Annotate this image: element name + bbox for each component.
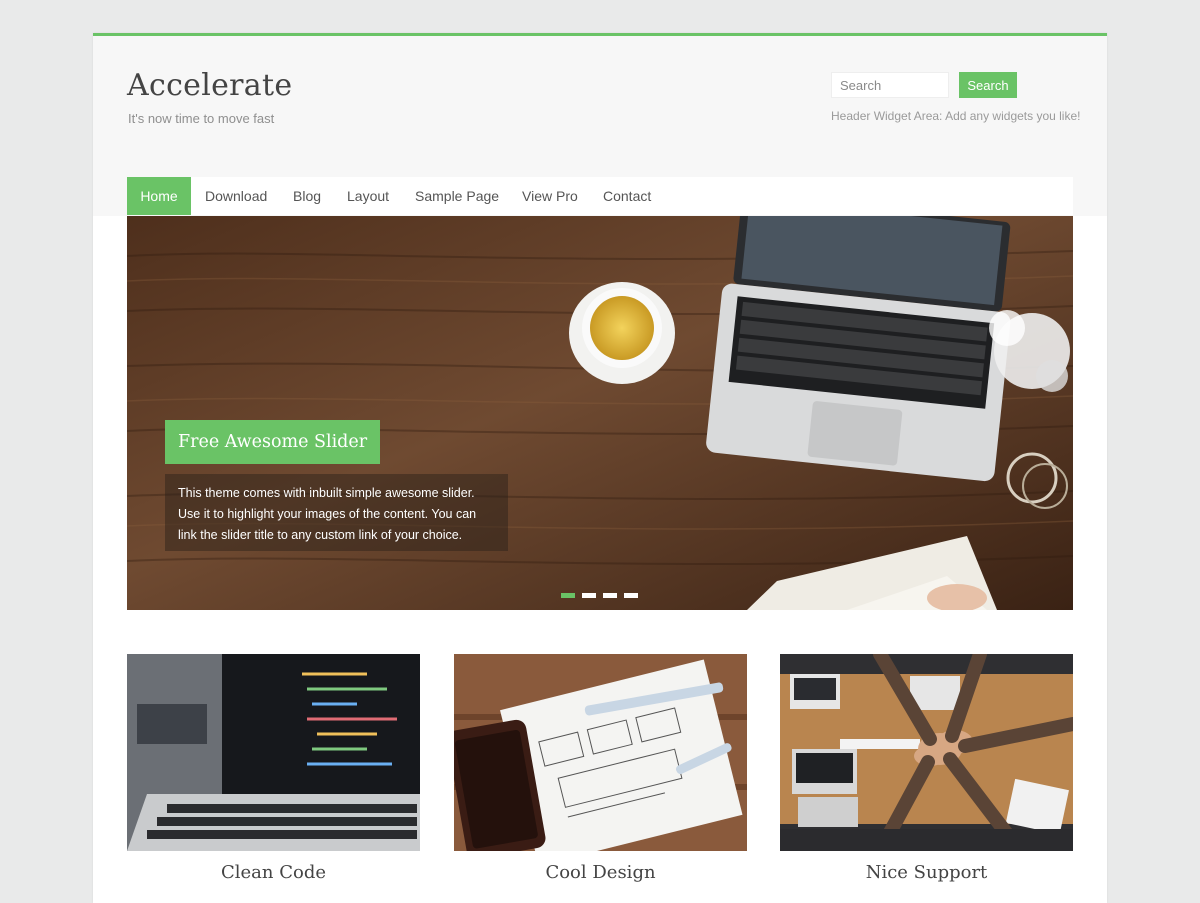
slide-caption-line: This theme comes with inbuilt simple awe… [178, 486, 475, 500]
feature-image-team-hands[interactable] [780, 654, 1073, 851]
nav-item-download[interactable]: Download [205, 177, 267, 215]
nav-item-layout[interactable]: Layout [347, 177, 389, 215]
feature-title[interactable]: Nice Support [780, 862, 1073, 883]
page-container: Accelerate It's now time to move fast Se… [93, 33, 1107, 903]
site-title[interactable]: Accelerate [127, 68, 292, 103]
search-input[interactable] [831, 72, 949, 98]
feature-image-sketch-notebook[interactable] [454, 654, 747, 851]
site-tagline: It's now time to move fast [128, 111, 275, 126]
slide-caption-line: link the slider title to any custom link… [178, 528, 463, 542]
nav-item-view-pro[interactable]: View Pro [522, 177, 578, 215]
nav-item-blog[interactable]: Blog [293, 177, 321, 215]
slider-dot-2[interactable] [582, 593, 596, 598]
search-button[interactable]: Search [959, 72, 1017, 98]
slider-dot-1[interactable] [561, 593, 575, 598]
slide-caption: This theme comes with inbuilt simple awe… [165, 474, 508, 551]
nav-item-contact[interactable]: Contact [603, 177, 651, 215]
feature-image-laptop-code[interactable] [127, 654, 420, 851]
slider-dot-3[interactable] [603, 593, 617, 598]
nav-item-home[interactable]: Home [127, 177, 191, 215]
header-widget-text: Header Widget Area: Add any widgets you … [831, 109, 1081, 123]
slide-caption-line: Use it to highlight your images of the c… [178, 507, 477, 521]
slide-title[interactable]: Free Awesome Slider [165, 420, 381, 464]
slider-dot-4[interactable] [624, 593, 638, 598]
feature-title[interactable]: Clean Code [127, 862, 420, 883]
nav-item-sample-page[interactable]: Sample Page [415, 177, 499, 215]
feature-title[interactable]: Cool Design [454, 862, 747, 883]
image-slider[interactable]: Free Awesome Slider This theme comes wit… [127, 216, 1073, 610]
main-navigation: Home Download Blog Layout Sample Page Vi… [127, 177, 1073, 215]
